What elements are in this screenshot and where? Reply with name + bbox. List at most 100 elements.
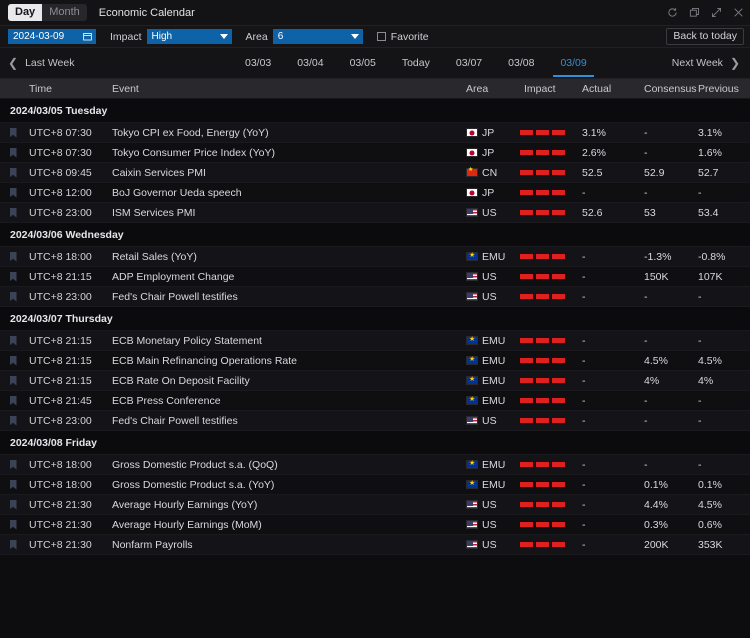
table-row[interactable]: UTC+8 21:15ADP Employment ChangeUS-150K1… [0,267,750,287]
table-row[interactable]: UTC+8 23:00ISM Services PMIUS52.65353.4 [0,203,750,223]
next-week-button[interactable]: Next Week ❯ [672,57,740,69]
date-picker[interactable]: 2024-03-09 [8,29,96,44]
impact-bar [520,130,533,135]
bookmark-icon[interactable] [10,252,17,262]
row-favorite-cell[interactable] [0,336,26,346]
row-favorite-cell[interactable] [0,208,26,218]
cell-impact [518,130,576,135]
row-favorite-cell[interactable] [0,376,26,386]
table-row[interactable]: UTC+8 18:00Gross Domestic Product s.a. (… [0,475,750,495]
impact-indicator [520,482,565,487]
cell-consensus: 4.5% [638,355,692,367]
table-row[interactable]: UTC+8 23:00Fed's Chair Powell testifiesU… [0,411,750,431]
cell-area-label: EMU [482,479,505,491]
day-tab-today[interactable]: Today [389,48,443,79]
cell-actual: - [576,479,638,491]
table-row[interactable]: UTC+8 12:00BoJ Governor Ueda speechJP--- [0,183,750,203]
row-favorite-cell[interactable] [0,128,26,138]
table-row[interactable]: UTC+8 21:30Nonfarm PayrollsUS-200K353K [0,535,750,555]
cell-area: EMU [460,459,518,471]
bookmark-icon[interactable] [10,540,17,550]
day-tab-0304[interactable]: 03/04 [284,48,336,79]
favorite-filter-toggle[interactable]: Favorite [377,31,429,43]
table-row[interactable]: UTC+8 18:00Gross Domestic Product s.a. (… [0,455,750,475]
bookmark-icon[interactable] [10,356,17,366]
row-favorite-cell[interactable] [0,356,26,366]
bookmark-icon[interactable] [10,292,17,302]
row-favorite-cell[interactable] [0,168,26,178]
restore-icon[interactable] [688,7,700,19]
row-favorite-cell[interactable] [0,480,26,490]
cell-consensus: 52.9 [638,167,692,179]
cell-previous: - [692,415,750,427]
row-favorite-cell[interactable] [0,148,26,158]
day-tab-0307[interactable]: 03/07 [443,48,495,79]
cell-time: UTC+8 23:00 [26,207,104,219]
row-favorite-cell[interactable] [0,500,26,510]
bookmark-icon[interactable] [10,188,17,198]
bookmark-icon[interactable] [10,416,17,426]
area-filter-select[interactable]: 6 [273,29,363,44]
row-favorite-cell[interactable] [0,416,26,426]
row-favorite-cell[interactable] [0,520,26,530]
day-tab-0308[interactable]: 03/08 [495,48,547,79]
bookmark-icon[interactable] [10,500,17,510]
bookmark-icon[interactable] [10,168,17,178]
row-favorite-cell[interactable] [0,396,26,406]
close-icon[interactable] [732,7,744,19]
calendar-icon [83,32,92,41]
view-mode-switch[interactable]: Day Month [8,4,87,21]
impact-bar [536,522,549,527]
bookmark-icon[interactable] [10,208,17,218]
bookmark-icon[interactable] [10,396,17,406]
day-tab-0309[interactable]: 03/09 [547,48,599,79]
table-row[interactable]: UTC+8 21:30Average Hourly Earnings (MoM)… [0,515,750,535]
row-favorite-cell[interactable] [0,272,26,282]
impact-bar [520,170,533,175]
bookmark-icon[interactable] [10,128,17,138]
bookmark-icon[interactable] [10,520,17,530]
favorite-checkbox[interactable] [377,32,386,41]
table-row[interactable]: UTC+8 07:30Tokyo CPI ex Food, Energy (Yo… [0,123,750,143]
table-row[interactable]: UTC+8 18:00Retail Sales (YoY)EMU--1.3%-0… [0,247,750,267]
row-favorite-cell[interactable] [0,292,26,302]
table-row[interactable]: UTC+8 21:45ECB Press ConferenceEMU--- [0,391,750,411]
day-tab-0305[interactable]: 03/05 [337,48,389,79]
row-favorite-cell[interactable] [0,460,26,470]
back-to-today-button[interactable]: Back to today [666,28,744,45]
refresh-icon[interactable] [666,7,678,19]
row-favorite-cell[interactable] [0,252,26,262]
mode-button-month[interactable]: Month [42,4,87,21]
bookmark-icon[interactable] [10,148,17,158]
chevron-down-icon [351,34,359,39]
last-week-button[interactable]: ❮ Last Week [8,57,74,69]
cell-impact [518,254,576,259]
bookmark-icon[interactable] [10,272,17,282]
table-row[interactable]: UTC+8 07:30Tokyo Consumer Price Index (Y… [0,143,750,163]
table-row[interactable]: UTC+8 21:30Average Hourly Earnings (YoY)… [0,495,750,515]
table-row[interactable]: UTC+8 21:15ECB Main Refinancing Operatio… [0,351,750,371]
table-row[interactable]: UTC+8 21:15ECB Monetary Policy Statement… [0,331,750,351]
cell-actual: 2.6% [576,147,638,159]
cell-previous: 1.6% [692,147,750,159]
bookmark-icon[interactable] [10,336,17,346]
day-tab-0303[interactable]: 03/03 [232,48,284,79]
cell-consensus: -1.3% [638,251,692,263]
bookmark-icon[interactable] [10,376,17,386]
cell-actual: - [576,539,638,551]
impact-filter-select[interactable]: High [147,29,232,44]
bookmark-icon[interactable] [10,460,17,470]
row-favorite-cell[interactable] [0,540,26,550]
expand-icon[interactable] [710,7,722,19]
flag-icon-us [466,272,478,281]
cell-area-label: EMU [482,335,505,347]
table-row[interactable]: UTC+8 21:15ECB Rate On Deposit FacilityE… [0,371,750,391]
row-favorite-cell[interactable] [0,188,26,198]
cell-actual: 52.6 [576,207,638,219]
impact-bar [520,254,533,259]
table-row[interactable]: UTC+8 23:00Fed's Chair Powell testifiesU… [0,287,750,307]
mode-button-day[interactable]: Day [8,4,42,21]
cell-area: US [460,415,518,427]
bookmark-icon[interactable] [10,480,17,490]
table-row[interactable]: UTC+8 09:45Caixin Services PMICN52.552.9… [0,163,750,183]
